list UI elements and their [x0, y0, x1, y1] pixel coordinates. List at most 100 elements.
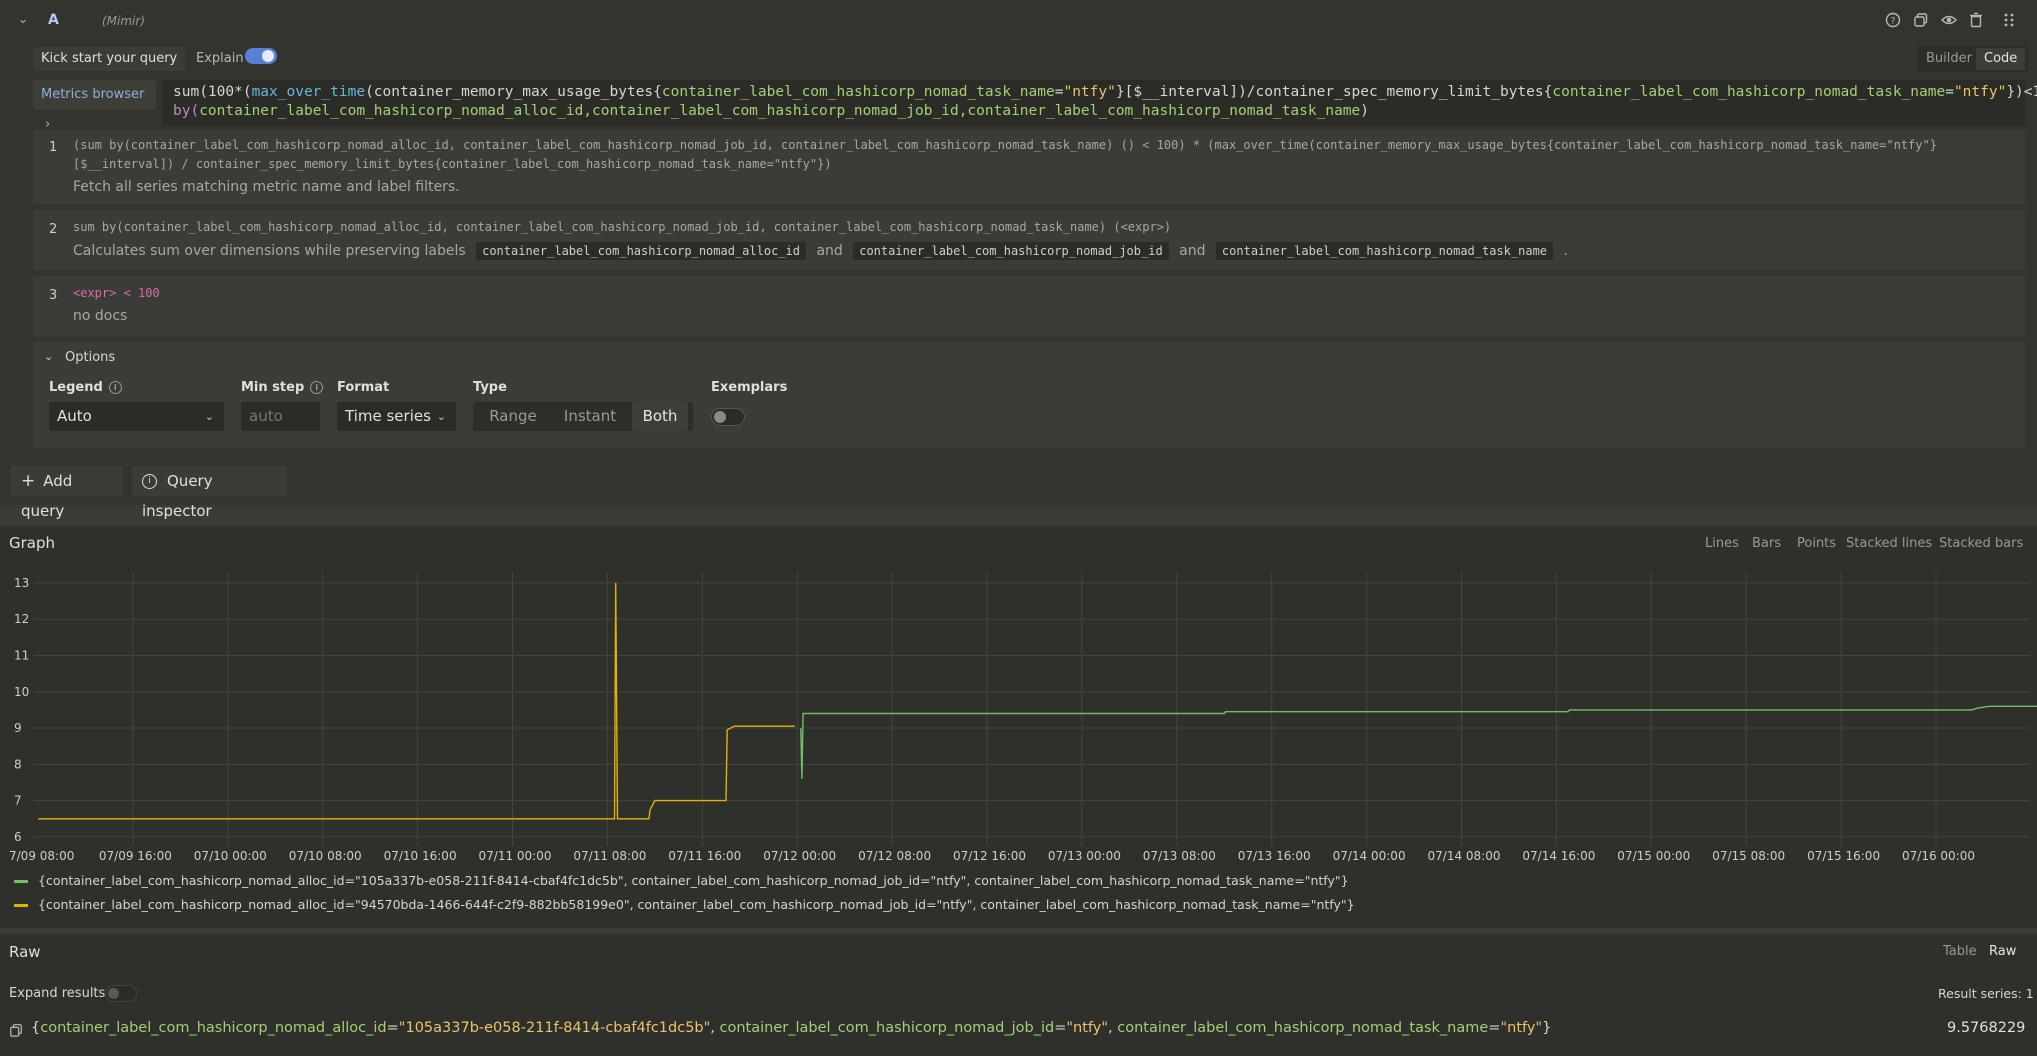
x-tick-label: 07/11 16:00	[668, 849, 741, 863]
x-tick-label: 7/09 08:00	[9, 849, 74, 863]
raw-table-option[interactable]: Table	[1943, 944, 1977, 959]
graph-title: Graph	[9, 534, 56, 552]
step-desc-prefix: Calculates sum over dimensions while pre…	[73, 243, 466, 259]
chevron-down-icon: ⌄	[204, 410, 214, 423]
and-word: and	[816, 243, 843, 259]
y-tick-label: 8	[14, 757, 22, 771]
copy-icon[interactable]	[9, 1023, 23, 1041]
query-line-1: sum(100*(max_over_time(container_memory_…	[173, 84, 2037, 100]
query-token-num: sum(100*(	[173, 84, 252, 100]
query-code-editor[interactable]: sum(100*(max_over_time(container_memory_…	[163, 80, 2037, 126]
y-tick-label: 6	[14, 830, 22, 844]
format-value: Time series	[345, 407, 431, 425]
step-code-line-1: (sum by(container_label_com_hashicorp_no…	[73, 138, 1937, 152]
time-series-chart[interactable]: 6 7 8 9 10 11 12 13 7/09 08:00 07/09 16:00 07/10 0…	[0, 570, 2037, 870]
raw-token-val: "ntfy"	[1500, 1020, 1543, 1036]
query-inspector-button[interactable]: i Query inspector	[132, 466, 287, 520]
x-tick-label: 07/10 08:00	[289, 849, 362, 863]
raw-token-punct: =	[386, 1020, 399, 1036]
query-ref-id[interactable]: A	[48, 12, 59, 28]
raw-token-punct: ,	[710, 1020, 720, 1036]
type-range-option[interactable]: Range	[478, 402, 548, 431]
query-token-num: })<100)	[2006, 84, 2037, 100]
viz-stacked-lines-option[interactable]: Stacked lines	[1846, 536, 1932, 551]
step-code-line-2: [$__interval]) / container_spec_memory_l…	[73, 157, 832, 171]
legend-swatch	[14, 904, 28, 907]
step-code-line-1: <expr> < 100	[73, 286, 160, 300]
format-select[interactable]: Time series ⌄	[337, 402, 456, 431]
x-tick-label: 07/14 08:00	[1428, 849, 1501, 863]
query-token-num: =	[1945, 84, 1954, 100]
raw-token-punct: {	[31, 1020, 41, 1036]
raw-raw-option[interactable]: Raw	[1989, 944, 2016, 959]
explain-step-2: 2 sum by(container_label_com_hashicorp_n…	[33, 210, 2025, 270]
info-icon: i	[142, 474, 157, 489]
x-tick-label: 07/11 00:00	[479, 849, 552, 863]
x-tick-label: 07/13 00:00	[1048, 849, 1121, 863]
step-number: 1	[49, 140, 58, 155]
type-instant-option[interactable]: Instant	[555, 402, 625, 431]
exemplars-toggle[interactable]	[711, 408, 745, 426]
chevron-down-icon: ⌄	[436, 410, 446, 423]
info-icon[interactable]: i	[108, 381, 122, 394]
y-tick-label: 13	[14, 576, 29, 590]
x-tick-label: 07/15 00:00	[1617, 849, 1690, 863]
min-step-label: Min step i	[241, 380, 324, 395]
x-tick-label: 07/12 16:00	[953, 849, 1026, 863]
expand-results-toggle[interactable]	[105, 985, 137, 1002]
step-desc-end: .	[1563, 243, 1568, 259]
options-header[interactable]: Options	[65, 350, 115, 365]
query-token-lbl: container_label_com_hashicorp_nomad_task…	[661, 84, 1055, 100]
explain-toggle-knob	[262, 50, 274, 62]
series-line-0	[800, 705, 2037, 779]
explain-label: Explain	[196, 51, 244, 66]
svg-text:?: ?	[1891, 17, 1896, 27]
step-description: no docs	[73, 308, 128, 324]
eye-icon[interactable]	[1939, 12, 1959, 32]
legend-item[interactable]: {container_label_com_hashicorp_nomad_all…	[14, 897, 1355, 912]
trash-icon[interactable]	[1966, 12, 1986, 32]
x-tick-label: 07/12 08:00	[858, 849, 931, 863]
collapse-chevron-icon[interactable]: ⌄	[18, 12, 28, 26]
info-icon[interactable]: i	[310, 381, 324, 394]
legend-label: {container_label_com_hashicorp_nomad_all…	[38, 873, 1349, 888]
raw-token-punct: }	[1542, 1020, 1552, 1036]
query-editor-panel: ⌄ A (Mimir) ? Kick start your query Expl…	[0, 0, 2037, 520]
label-chip: container_label_com_hashicorp_nomad_allo…	[476, 242, 806, 260]
x-tick-label: 07/14 00:00	[1333, 849, 1406, 863]
raw-title: Raw	[9, 943, 41, 961]
duplicate-icon[interactable]	[1911, 12, 1931, 32]
series-line-1	[38, 582, 795, 820]
min-step-input[interactable]	[241, 402, 320, 431]
metrics-browser-label: Metrics browser	[41, 87, 145, 102]
raw-token-punct: ,	[1108, 1020, 1118, 1036]
type-label: Type	[473, 380, 507, 395]
viz-bars-option[interactable]: Bars	[1752, 536, 1781, 551]
explain-step-3: 3 <expr> < 100 no docs	[33, 276, 2025, 336]
datasource-name: (Mimir)	[102, 14, 146, 28]
y-tick-label: 11	[14, 648, 29, 662]
legend-item[interactable]: {container_label_com_hashicorp_nomad_all…	[14, 873, 1349, 888]
y-tick-label: 9	[14, 721, 22, 735]
add-query-button[interactable]: + Add query	[11, 466, 123, 520]
x-tick-label: 07/10 00:00	[194, 849, 267, 863]
viz-stacked-bars-option[interactable]: Stacked bars	[1939, 536, 2023, 551]
query-token-lbl: container_label_com_hashicorp_nomad_allo…	[199, 103, 1361, 119]
viz-points-option[interactable]: Points	[1797, 536, 1836, 551]
raw-result-value: 9.5768229	[1947, 1020, 2026, 1036]
query-token-str: "ntfy"	[1063, 84, 1116, 100]
raw-token-punct: =	[1488, 1020, 1501, 1036]
viz-lines-option[interactable]: Lines	[1705, 536, 1739, 551]
drag-handle-icon[interactable]	[1999, 12, 2019, 32]
legend-select[interactable]: Auto ⌄	[49, 402, 224, 431]
help-icon[interactable]: ?	[1883, 12, 1903, 32]
metrics-browser-button[interactable]: Metrics browser ›	[33, 80, 156, 132]
kick-start-button[interactable]: Kick start your query	[33, 47, 186, 71]
code-mode-button[interactable]: Code	[1976, 48, 2026, 70]
type-both-option[interactable]: Both	[632, 402, 688, 431]
explain-toggle[interactable]	[245, 48, 277, 64]
x-tick-label: 07/13 08:00	[1143, 849, 1216, 863]
options-chevron-icon[interactable]: ⌄	[44, 350, 53, 363]
builder-mode-button[interactable]: Builder	[1918, 48, 1980, 70]
step-number: 2	[49, 222, 58, 237]
